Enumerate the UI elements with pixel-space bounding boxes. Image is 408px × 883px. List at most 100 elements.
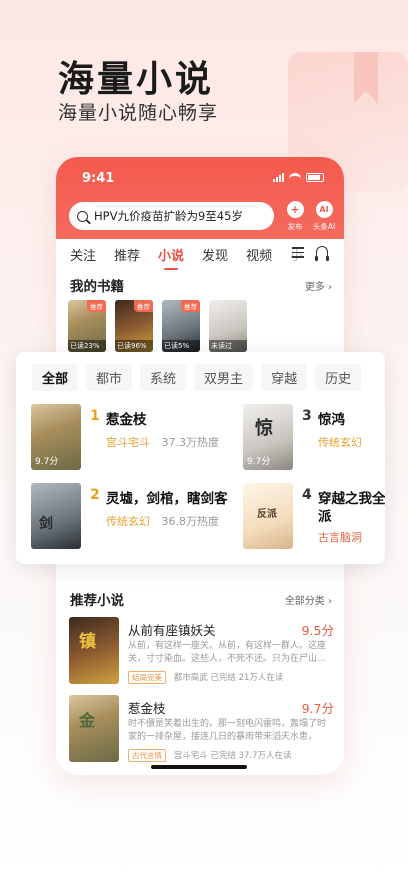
cover-art-icon: 金 [79,711,96,730]
ranking-item[interactable]: 9.7分 1 惹金枝 宫斗宅斗 37.3万热度 [31,404,231,470]
book-genre: 宫斗宅斗 [106,436,150,449]
read-progress: 已读96% [115,340,153,352]
recommend-header: 推荐小说 全部分类 › [70,589,332,609]
book-cover: 剑 [31,483,81,549]
book-title: 惹金枝 [106,412,147,428]
category-urban[interactable]: 都市 [86,364,133,391]
wifi-icon [289,173,301,182]
all-categories-link[interactable]: 全部分类 › [285,592,332,607]
list-item[interactable]: 金 惹金枝 9.7分 时不儇是笑着出生的。那一刻电闪雷鸣，轰塌了时家的一排杂屋，… [69,695,334,765]
recommend-badge: 推荐 [87,300,106,312]
tab-follow[interactable]: 关注 [70,245,96,264]
book-tag: 古代言情 [128,749,166,762]
category-system[interactable]: 系统 [140,364,187,391]
rank-number: 1 [90,408,100,424]
rank-number: 4 [302,487,312,503]
headset-icon[interactable] [315,246,329,261]
search-icon [77,210,88,222]
tab-novel[interactable]: 小说 [158,245,184,270]
rank-number: 3 [302,408,312,424]
book-cover: 金 [69,695,119,762]
app-header: 9:41 HPV九价疫苗扩龄为9至45岁 + 发布 AI 头条AI [56,157,344,239]
ai-button[interactable]: AI 头条AI [310,201,338,232]
tab-discover[interactable]: 发现 [202,245,228,264]
book-genre: 古言脑洞 [318,531,362,544]
search-query: HPV九价疫苗扩龄为9至45岁 [94,209,243,223]
ai-label: 头条AI [312,222,336,231]
category-chips: 全部 都市 系统 双男主 穿越 历史 [32,364,362,391]
recommend-badge: 推荐 [181,300,200,312]
book-heat: 36.8万热度 [161,515,220,528]
list-item[interactable]: 镇 从前有座镇妖关 9.5分 从前，有这样一座关。从前，有这样一群人。这座关，寸… [69,617,334,687]
tab-recommend[interactable]: 推荐 [114,245,140,264]
menu-icon[interactable] [292,247,304,261]
book-genre: 传统玄幻 [106,515,150,528]
book-score: 9.7分 [35,457,59,467]
hero-subtitle: 海量小说随心畅享 [58,102,219,124]
book-meta: 宫斗宅斗 37.3万热度 [106,434,219,450]
book-title: 惹金枝 [128,701,166,716]
book-tag: 结局完美 [128,671,166,684]
search-input[interactable]: HPV九价疫苗扩龄为9至45岁 [69,202,274,230]
plus-icon: + [286,201,304,218]
book-meta: 古言脑洞 [318,529,370,545]
recommend-title: 推荐小说 [70,593,124,609]
book-title: 惊鸿 [318,412,345,428]
book-title: 灵墟，剑棺，瞎剑客 [106,491,228,507]
my-books-more-link[interactable]: 更多 › [305,278,332,293]
shelf-book[interactable]: 推荐 已读23% [68,300,106,352]
book-cover: 9.7分 [31,404,81,470]
read-progress: 未读过 [209,340,247,352]
book-cover: 惊 9.7分 [243,404,293,470]
category-history[interactable]: 历史 [315,364,362,391]
shelf-book[interactable]: 未读过 [209,300,247,352]
ai-icon: AI [315,201,333,218]
status-icons [273,173,324,182]
ranking-item[interactable]: 反派 4 穿越之我全 派 古言脑洞 [243,483,385,549]
shelf-book[interactable]: 推荐 已读96% [115,300,153,352]
rank-number: 2 [90,487,100,503]
book-cover: 反派 [243,483,293,549]
ranking-item[interactable]: 惊 9.7分 3 惊鸿 传统玄幻 [243,404,385,470]
book-meta-text: 宫斗宅斗 已完结 37.7万人在读 [173,751,292,761]
book-score: 9.7分 [301,701,334,716]
cover-art-icon: 剑 [39,516,53,532]
book-meta-text: 都市高武 已完结 21万人在读 [173,673,284,683]
read-progress: 已读23% [68,340,106,352]
tab-video[interactable]: 视频 [246,245,272,264]
book-heat: 37.3万热度 [161,436,220,449]
category-time-travel[interactable]: 穿越 [261,364,308,391]
book-meta: 古代言情 宫斗宅斗 已完结 37.7万人在读 [128,749,292,762]
battery-icon [306,173,324,182]
read-progress: 已读5% [162,340,200,352]
book-genre: 传统玄幻 [318,436,362,449]
signal-icon [273,173,284,182]
my-books-title: 我的书籍 [70,279,124,295]
book-score: 9.7分 [247,457,271,467]
recommend-badge: 推荐 [134,300,153,312]
ranking-panel: 全部 都市 系统 双男主 穿越 历史 9.7分 1 惹金枝 宫斗宅斗 37.3万… [16,352,385,564]
book-meta: 结局完美 都市高武 已完结 21万人在读 [128,671,283,684]
book-title: 从前有座镇妖关 [128,623,216,638]
status-time: 9:41 [82,171,115,186]
category-all[interactable]: 全部 [32,364,79,391]
book-title-line2: 派 [318,509,332,525]
cover-art-icon: 反派 [257,509,277,520]
cover-art-icon: 惊 [255,418,273,439]
hero-title: 海量小说 [58,59,215,100]
cover-art-icon: 镇 [79,632,96,652]
book-description: 时不儇是笑着出生的。那一刻电闪雷鸣，轰塌了时家的一排杂屋，接连几日的暴雨带来滔天… [128,719,327,742]
publish-button[interactable]: + 发布 [281,201,309,232]
book-cover: 镇 [69,617,119,684]
category-bl[interactable]: 双男主 [194,364,254,391]
shelf-book[interactable]: 推荐 已读5% [162,300,200,352]
ranking-item[interactable]: 剑 2 灵墟，剑棺，瞎剑客 传统玄幻 36.8万热度 [31,483,241,549]
book-description: 从前，有这样一座关。从前，有这样一群人。这座关，寸寸染血。这些人，不死不还。只为… [128,641,327,664]
book-meta: 传统玄幻 36.8万热度 [106,513,219,529]
bookshelf: 推荐 已读23% 推荐 已读96% 推荐 已读5% 未读过 [68,300,247,352]
book-title: 穿越之我全 [318,491,385,507]
book-score: 9.5分 [301,623,334,638]
home-indicator [151,765,247,769]
publish-label: 发布 [287,222,303,231]
my-books-header: 我的书籍 更多 › [70,275,332,295]
